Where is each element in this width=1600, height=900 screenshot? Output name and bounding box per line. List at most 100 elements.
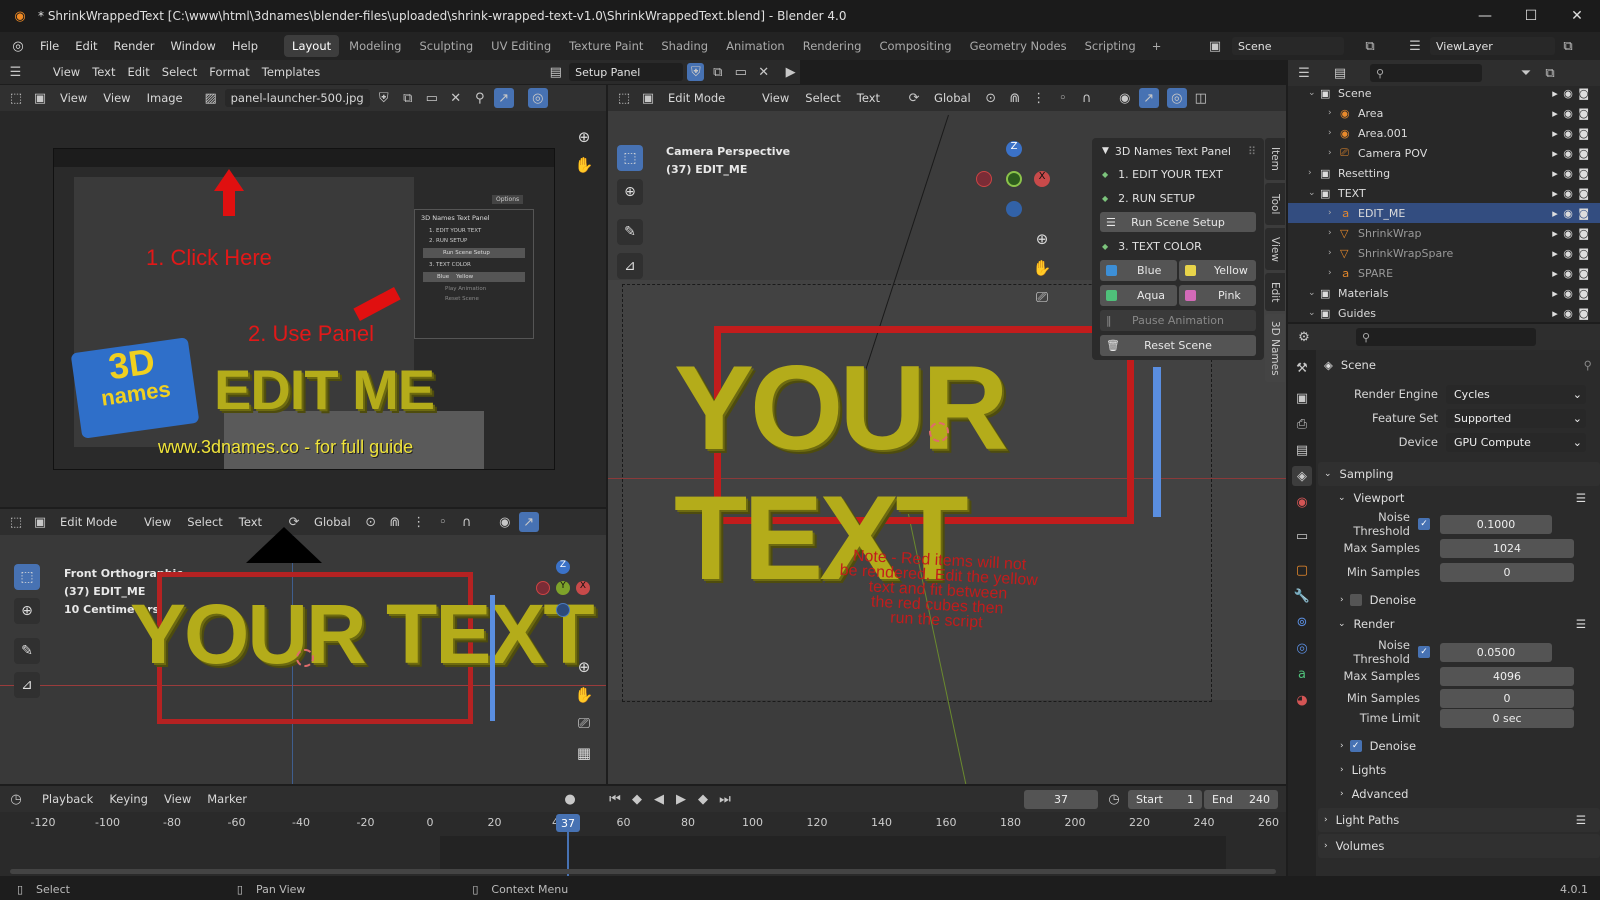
outliner-item-edit-me[interactable]: › ａ EDIT_ME ▸ ◉ ◙ [1288, 203, 1600, 223]
menu-render[interactable]: Render [106, 39, 163, 53]
shield-icon[interactable]: ⛨ [374, 88, 394, 108]
outliner-item-shrinkwrap[interactable]: › ▽ ShrinkWrap ▸ ◉ ◙ [1288, 223, 1600, 243]
workspace-tab-compositing[interactable]: Compositing [871, 35, 959, 57]
gizmo-icon[interactable]: ↗ [493, 88, 514, 108]
menu-select[interactable]: Select [156, 63, 203, 81]
menu-edit[interactable]: Edit [67, 39, 105, 53]
snap-settings-icon[interactable]: ⋮ [409, 512, 429, 532]
expand-arrow-icon[interactable]: › [1328, 128, 1340, 138]
prev-keyframe-icon[interactable]: ◆ [627, 789, 647, 809]
mode-dropdown[interactable]: Edit Mode [662, 89, 742, 107]
falloff-icon[interactable]: ∩ [457, 512, 477, 532]
panel-header[interactable]: ▼ 3D Names Text Panel ⠿ [1092, 140, 1264, 162]
workspace-tab-geometry-nodes[interactable]: Geometry Nodes [962, 35, 1075, 57]
gizmo-icon[interactable]: ↗ [1138, 88, 1159, 108]
pan-hand-icon[interactable]: ✋ [572, 153, 596, 177]
render-subsection[interactable]: ⌄ Render ☰ [1318, 612, 1600, 636]
ortho-grid-icon[interactable]: ▦ [572, 741, 596, 765]
menu-marker[interactable]: Marker [201, 790, 253, 808]
outliner-item-guides[interactable]: ⌄ ▣ Guides ▸ ◉ ◙ [1288, 303, 1600, 323]
zoom-icon[interactable]: ⊕ [572, 655, 596, 679]
expand-arrow-icon[interactable]: › [1328, 148, 1340, 158]
jump-end-icon[interactable]: ⏭ [715, 789, 735, 809]
visibility-toggle-icons[interactable]: ▸ ◉ ◙ [1552, 147, 1590, 160]
image-mode-icon[interactable]: ▣ [30, 88, 50, 108]
view-layer-icon[interactable]: ☰ [1405, 36, 1425, 56]
new-text-icon[interactable]: ⧉ [708, 62, 727, 82]
blender-menu-icon[interactable]: ◎ [8, 36, 28, 56]
folder-icon[interactable]: ▭ [422, 88, 442, 108]
expand-arrow-icon[interactable]: › [1328, 268, 1340, 278]
menu-window[interactable]: Window [162, 39, 223, 53]
outliner-search-input[interactable]: ⚲ [1370, 64, 1482, 82]
axis-gizmo[interactable]: Z Y X [536, 560, 606, 630]
workspace-tab-shading[interactable]: Shading [653, 35, 716, 57]
display-mode-icon[interactable]: ▤ [1330, 63, 1350, 83]
menu-format[interactable]: Format [203, 63, 256, 81]
overlay-icon[interactable]: ◎ [1166, 88, 1187, 108]
data-tab-icon[interactable]: a [1292, 664, 1312, 684]
pause-animation-button[interactable]: ‖ Pause Animation [1100, 310, 1256, 331]
jump-start-icon[interactable]: ⏮ [605, 789, 625, 809]
zoom-icon[interactable]: ⊕ [1030, 227, 1054, 251]
menu-select[interactable]: Select [181, 513, 228, 531]
workspace-tab-layout[interactable]: Layout [284, 35, 340, 57]
outliner-item-scene[interactable]: ⌄ ▣ Scene ▸ ◉ ◙ [1288, 83, 1600, 103]
pivot-icon[interactable]: ⊙ [981, 88, 1001, 108]
cursor-tool-button[interactable]: ⊕ [14, 598, 40, 624]
gizmo-icon[interactable]: ↗ [518, 512, 539, 532]
menu-view[interactable]: View [97, 89, 136, 107]
start-frame-field[interactable]: Start 1 [1128, 790, 1202, 809]
vp-denoise-section[interactable]: › Denoise [1318, 588, 1600, 612]
visibility-icon[interactable]: ◉ [495, 512, 515, 532]
clock-icon[interactable]: ◷ [1104, 789, 1124, 809]
visibility-toggle-icons[interactable]: ▸ ◉ ◙ [1552, 267, 1590, 280]
menu-view[interactable]: View [158, 790, 197, 808]
editor-type-icon[interactable]: ⚙ [1294, 327, 1314, 347]
play-reverse-icon[interactable]: ◀ [649, 789, 669, 809]
editor-type-icon[interactable]: ◷ [6, 789, 26, 809]
orientation-dropdown[interactable]: Global [928, 89, 977, 107]
r-noise-checkbox[interactable]: ✓ [1418, 646, 1430, 658]
outliner-item-camera-pov[interactable]: › ⎚ Camera POV ▸ ◉ ◙ [1288, 143, 1600, 163]
visibility-toggle-icons[interactable]: ▸ ◉ ◙ [1552, 247, 1590, 260]
image-browse-icon[interactable]: ▨ [201, 88, 221, 108]
select-tool-button[interactable]: ⬚ [617, 145, 643, 171]
color-aqua-button[interactable]: Aqua [1100, 285, 1177, 306]
zoom-icon[interactable]: ⊕ [572, 125, 596, 149]
open-text-icon[interactable]: ▭ [731, 62, 750, 82]
physics-tab-icon[interactable]: ◎ [1292, 638, 1312, 658]
light-paths-section[interactable]: › Light Paths ☰ [1318, 808, 1600, 832]
color-yellow-button[interactable]: Yellow [1179, 260, 1256, 281]
annotate-tool-button[interactable]: ✎ [14, 638, 40, 664]
menu-keying[interactable]: Keying [103, 790, 154, 808]
sampling-section[interactable]: ⌄ Sampling [1318, 462, 1600, 486]
output-tab-icon[interactable]: ⎙ [1292, 414, 1312, 434]
maximize-button[interactable]: ☐ [1508, 0, 1554, 32]
view-mode-dropdown[interactable]: View [54, 89, 93, 107]
pan-hand-icon[interactable]: ✋ [1030, 256, 1054, 280]
expand-arrow-icon[interactable]: ⌄ [1308, 188, 1320, 198]
visibility-icon[interactable]: ◉ [1115, 88, 1135, 108]
camera-view-icon[interactable]: ⎚ [572, 711, 596, 735]
outliner-item-resetting[interactable]: › ▣ Resetting ▸ ◉ ◙ [1288, 163, 1600, 183]
collection-tab-icon[interactable]: ▭ [1292, 526, 1312, 546]
run-script-icon[interactable]: ▶ [781, 62, 800, 82]
r-min-samples-field[interactable]: 0 [1440, 688, 1574, 708]
image-name-field[interactable]: panel-launcher-500.jpg [224, 89, 370, 107]
overlay-icon[interactable]: ◎ [527, 88, 548, 108]
measure-tool-button[interactable]: ⊿ [14, 672, 40, 698]
advanced-section[interactable]: › Advanced [1318, 782, 1600, 806]
proportional-edit-icon[interactable]: ◦ [1053, 88, 1073, 108]
menu-help[interactable]: Help [224, 39, 266, 53]
unlink-text-icon[interactable]: ✕ [754, 62, 773, 82]
particles-tab-icon[interactable]: ⊚ [1292, 612, 1312, 632]
feature-set-dropdown[interactable]: Supported ⌄ [1446, 408, 1586, 428]
editor-type-icon[interactable]: ☰ [1294, 63, 1314, 83]
expand-arrow-icon[interactable]: ⌄ [1308, 88, 1320, 98]
pivot-icon[interactable]: ⊙ [361, 512, 381, 532]
scene-field[interactable]: Scene [1232, 37, 1344, 55]
menu-text[interactable]: Text [851, 89, 886, 107]
expand-arrow-icon[interactable]: › [1328, 108, 1340, 118]
visibility-toggle-icons[interactable]: ▸ ◉ ◙ [1552, 167, 1590, 180]
